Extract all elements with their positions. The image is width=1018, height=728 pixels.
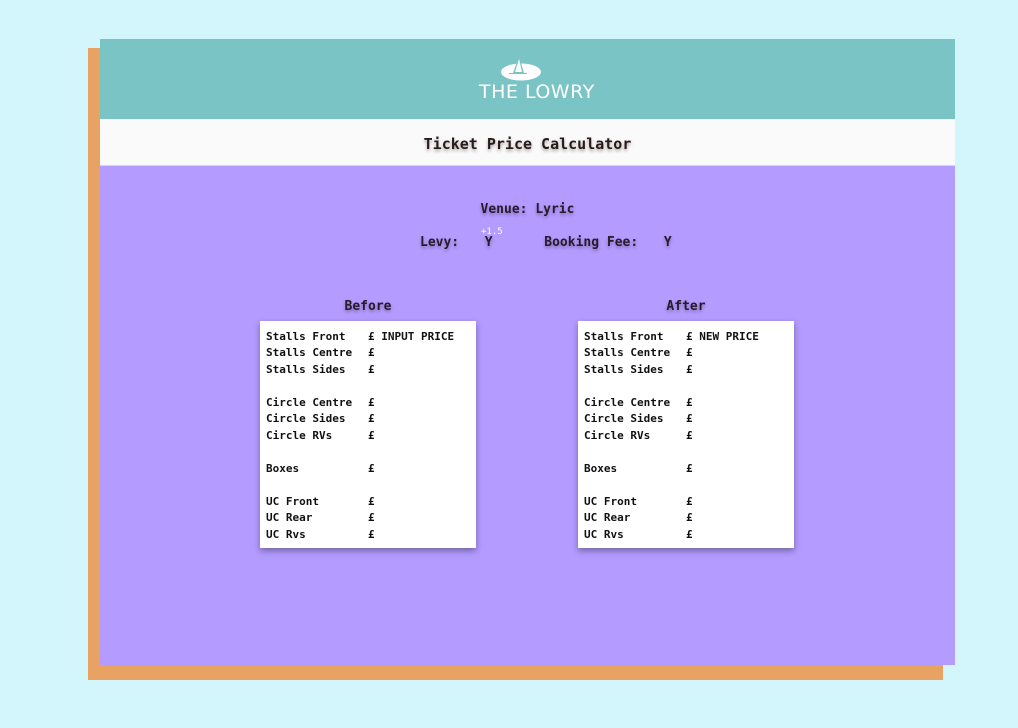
after-row-stalls-front: Stalls Front £ NEW PRICE <box>584 330 759 343</box>
lowry-logo: THE LOWRY <box>475 53 595 109</box>
after-row-circle-rvs: Circle RVs £ <box>584 429 693 442</box>
lowry-sail-icon <box>501 56 541 81</box>
before-row-uc-rear: UC Rear £ <box>266 511 375 524</box>
before-row-circle-sides: Circle Sides £ <box>266 412 375 425</box>
after-row-stalls-centre: Stalls Centre £ <box>584 346 693 359</box>
before-title: Before <box>344 299 392 314</box>
options-line: Levy: Y Booking Fee: Y <box>420 235 672 250</box>
after-row-stalls-sides: Stalls Sides £ <box>584 363 693 376</box>
after-row-circle-centre: Circle Centre £ <box>584 396 693 409</box>
before-row-circle-centre: Circle Centre £ <box>266 396 375 409</box>
after-row-uc-front: UC Front £ <box>584 495 693 508</box>
before-row-stalls-centre: Stalls Centre £ <box>266 346 375 359</box>
before-row-circle-rvs: Circle RVs £ <box>266 429 375 442</box>
levy-value[interactable]: Y <box>485 235 493 250</box>
booking-fee-value[interactable]: Y <box>664 235 672 250</box>
venue-label: Venue: <box>480 202 528 217</box>
before-panel: Stalls Front £ INPUT PRICE Stalls Centre £… <box>260 321 476 548</box>
before-row-uc-front: UC Front £ <box>266 495 375 508</box>
title-bar: Ticket Price Calculator <box>100 119 955 166</box>
after-output-stalls-front: £ NEW PRICE <box>686 330 759 343</box>
after-row-uc-rear: UC Rear £ <box>584 511 693 524</box>
levy-label: Levy: <box>420 235 460 250</box>
before-row-uc-rvs: UC Rvs £ <box>266 528 375 541</box>
after-panel: Stalls Front £ NEW PRICE Stalls Centre £ S… <box>578 321 794 548</box>
venue-value[interactable]: Lyric <box>535 202 574 217</box>
before-row-boxes: Boxes £ <box>266 462 375 475</box>
logo-wordmark: THE LOWRY <box>479 81 595 103</box>
before-row-stalls-front: Stalls Front £ INPUT PRICE <box>266 330 455 343</box>
calculator-card: THE LOWRY Ticket Price Calculator Venue:… <box>100 39 955 665</box>
header-banner: THE LOWRY <box>100 39 955 119</box>
before-input-stalls-front[interactable]: £ INPUT PRICE <box>368 330 454 343</box>
before-row-stalls-sides: Stalls Sides £ <box>266 363 375 376</box>
after-title: After <box>666 299 706 314</box>
after-row-boxes: Boxes £ <box>584 462 693 475</box>
after-row-circle-sides: Circle Sides £ <box>584 412 693 425</box>
after-row-uc-rvs: UC Rvs £ <box>584 528 693 541</box>
booking-fee-label: Booking Fee: <box>544 235 639 250</box>
page-title: Ticket Price Calculator <box>423 135 632 153</box>
venue-line: Venue: Lyric <box>100 202 955 217</box>
